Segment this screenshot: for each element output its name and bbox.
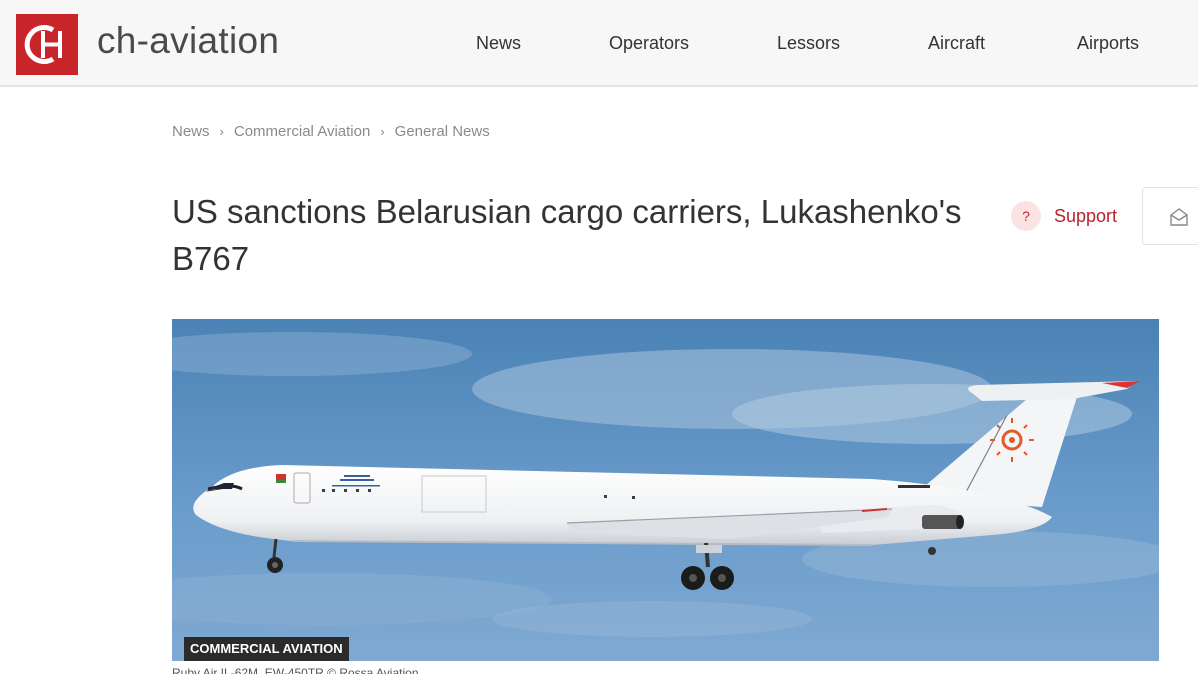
logo-mark-icon <box>24 25 62 64</box>
support-label: Support <box>1054 205 1118 226</box>
breadcrumb: News › Commercial Aviation › General New… <box>172 123 490 140</box>
ch-logo[interactable] <box>16 14 78 75</box>
help-icon: ? <box>1011 201 1041 231</box>
nav-airports[interactable]: Airports <box>1077 33 1139 54</box>
breadcrumb-news[interactable]: News <box>172 123 210 140</box>
article-hero-image[interactable] <box>172 319 1159 661</box>
image-caption: Ruby Air IL-62M, EW-450TR © Rossa Aviati… <box>172 666 419 674</box>
envelope-icon <box>1170 208 1188 226</box>
nav-news[interactable]: News <box>476 33 521 54</box>
nav-lessors[interactable]: Lessors <box>777 33 840 54</box>
article-title: US sanctions Belarusian cargo carriers, … <box>172 193 962 277</box>
chevron-right-icon: › <box>219 124 224 139</box>
nav-operators[interactable]: Operators <box>609 33 689 54</box>
breadcrumb-commercial-aviation[interactable]: Commercial Aviation <box>234 123 370 140</box>
nav-aircraft[interactable]: Aircraft <box>928 33 985 54</box>
site-logo-text[interactable]: ch-aviation <box>97 20 279 62</box>
breadcrumb-general-news[interactable]: General News <box>395 123 490 140</box>
support-button[interactable]: ? Support <box>1011 200 1117 232</box>
category-tag[interactable]: COMMERCIAL AVIATION <box>184 637 349 661</box>
chevron-right-icon: › <box>380 124 385 139</box>
site-header: ch-aviation News Operators Lessors Aircr… <box>0 0 1198 87</box>
aircraft-photo <box>172 319 1159 661</box>
mail-tab[interactable] <box>1142 187 1198 245</box>
